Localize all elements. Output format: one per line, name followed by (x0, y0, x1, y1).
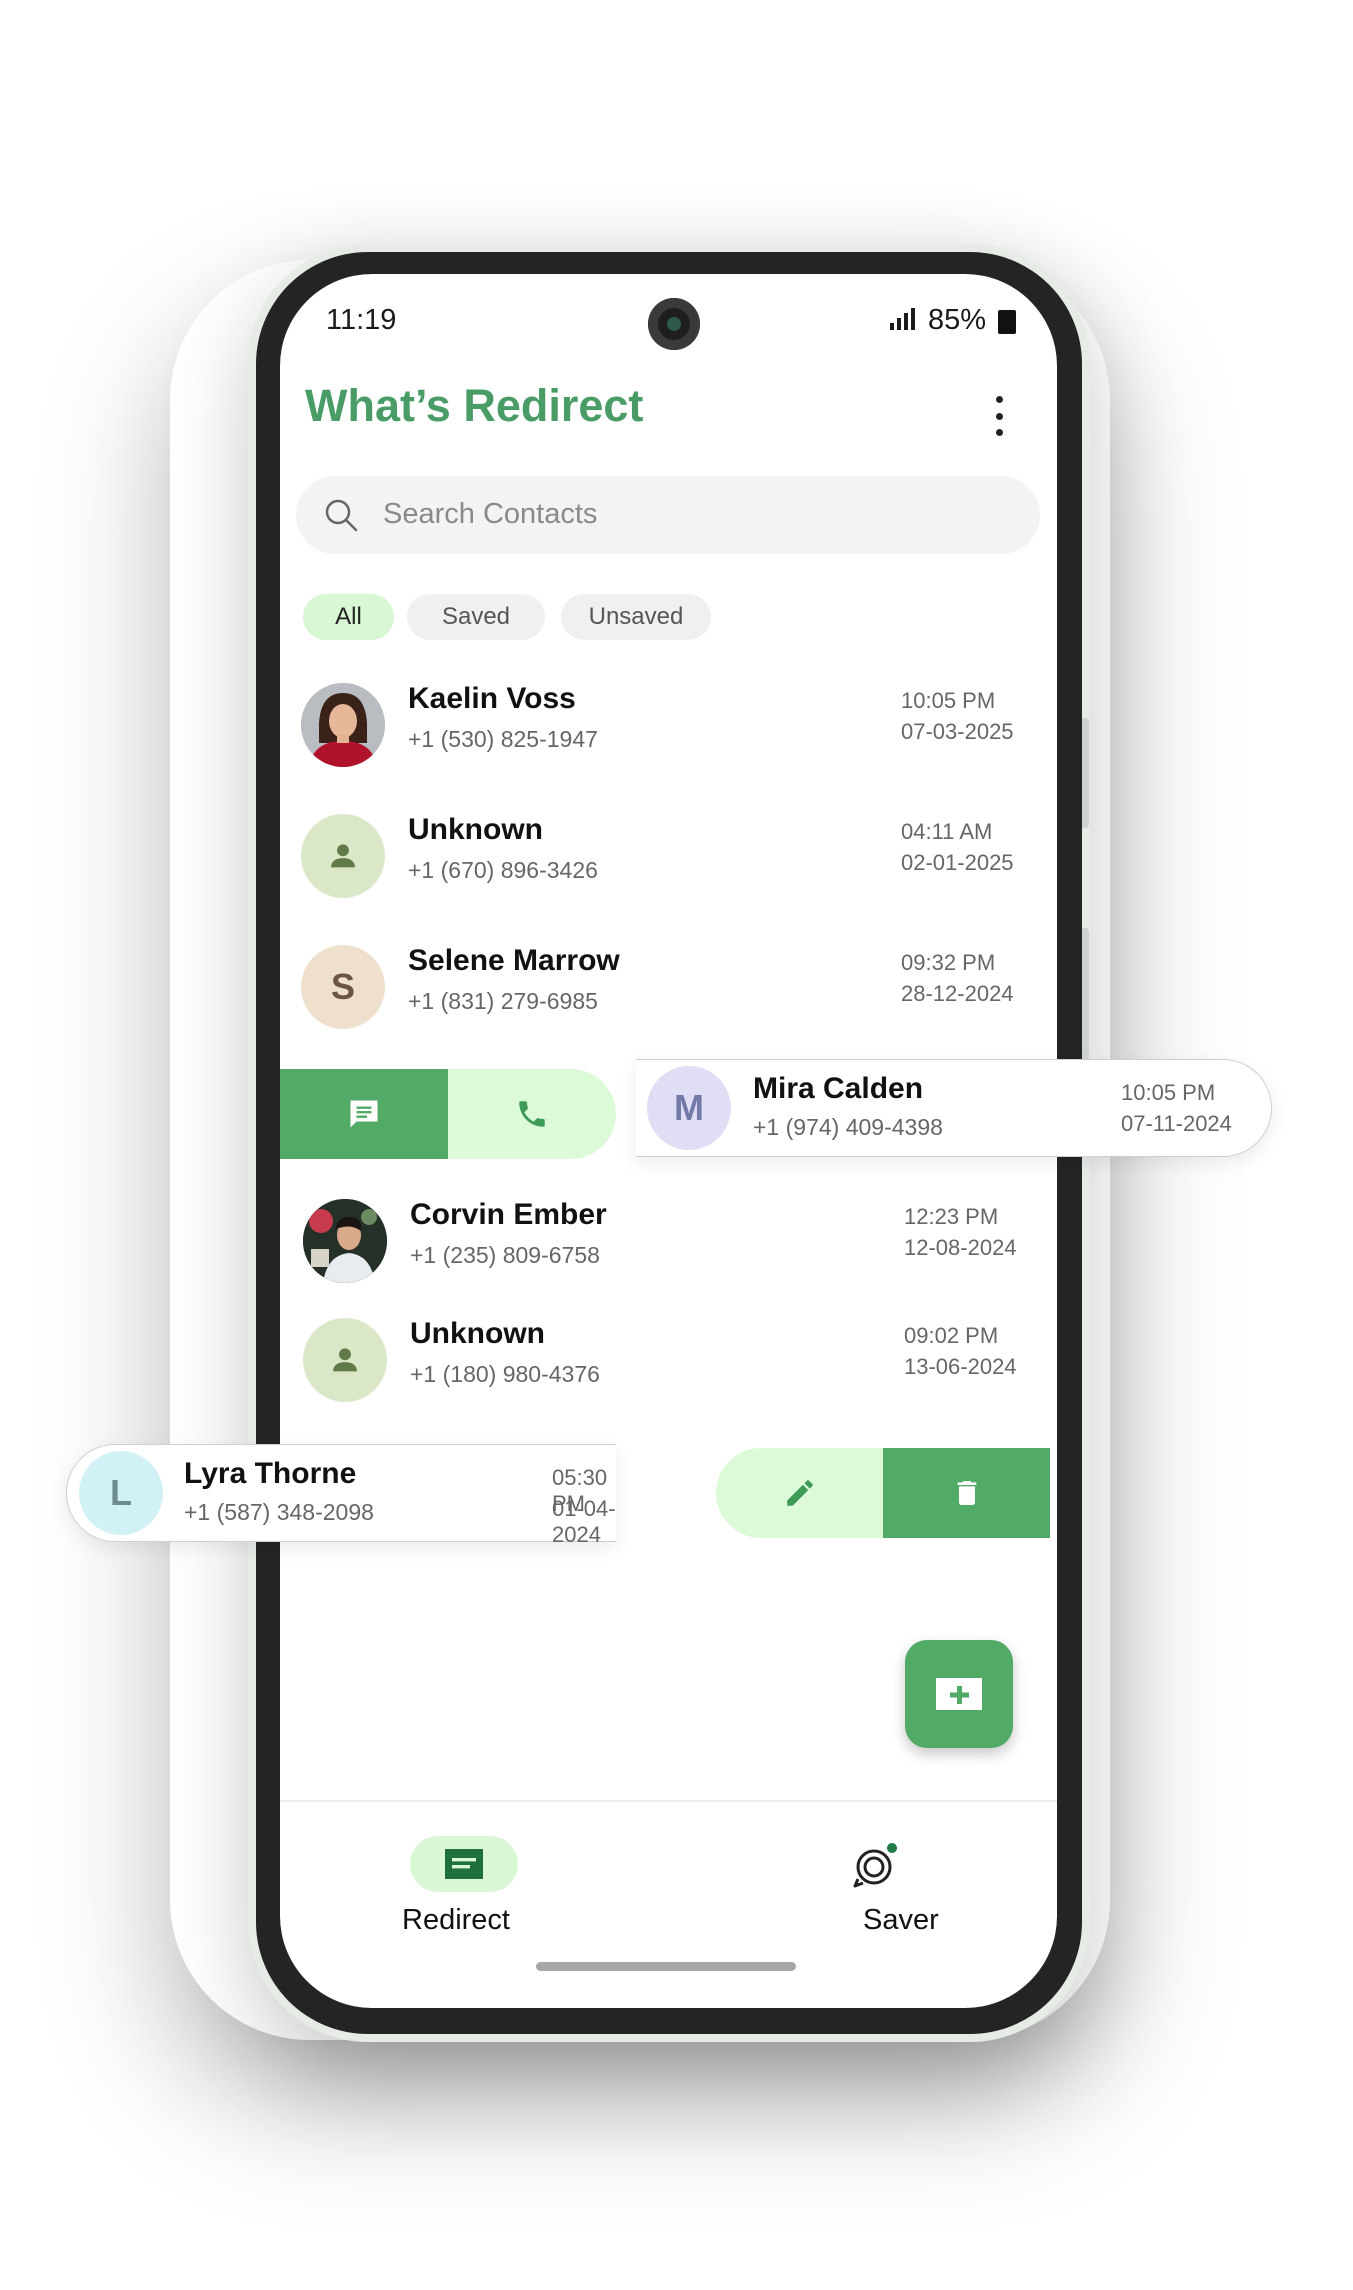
signal-icon (890, 308, 916, 330)
list-item[interactable]: Unknown +1 (180) 980-4376 09:02 PM 13-06… (280, 1305, 1057, 1415)
app-title: What’s Redirect (305, 380, 644, 431)
contact-date: 07-11-2024 (1121, 1111, 1232, 1136)
battery-icon (998, 310, 1016, 334)
contact-name: Lyra Thorne (184, 1457, 357, 1490)
edit-button[interactable] (716, 1448, 883, 1538)
swiped-list-item-mira[interactable]: M Mira Calden +1 (974) 409-4398 10:05 PM… (636, 1059, 1272, 1157)
contact-date: 02-01-2025 (901, 850, 1014, 875)
contact-date: 28-12-2024 (901, 981, 1014, 1006)
contact-date: 12-08-2024 (904, 1235, 1017, 1260)
contact-name: Unknown (408, 813, 543, 846)
home-indicator (536, 1962, 796, 1971)
person-icon (330, 844, 356, 868)
edit-icon (786, 1480, 813, 1506)
message-icon (350, 1100, 378, 1128)
contact-time: 09:32 PM (901, 950, 996, 975)
contact-phone: +1 (831) 279-6985 (408, 988, 598, 1014)
avatar (303, 1199, 387, 1283)
contact-name: Mira Calden (753, 1072, 924, 1105)
add-redirect-button[interactable] (905, 1640, 1013, 1748)
contact-name: Corvin Ember (410, 1198, 607, 1231)
contact-time: 10:05 PM (1121, 1080, 1216, 1105)
filter-chip-unsaved[interactable]: Unsaved (561, 594, 711, 640)
avatar (301, 814, 385, 898)
avatar: S (301, 945, 385, 1029)
filter-chip-saved[interactable]: Saved (407, 594, 545, 640)
list-item[interactable]: S Selene Marrow +1 (831) 279-6985 09:32 … (280, 932, 1057, 1042)
contact-name: Selene Marrow (408, 944, 620, 977)
person-icon (332, 1348, 358, 1372)
search-icon (325, 499, 358, 532)
contact-time: 12:23 PM (904, 1204, 999, 1229)
phone-call-icon (519, 1101, 545, 1127)
nav-label-saver[interactable]: Saver (863, 1904, 939, 1937)
contact-name: Kaelin Voss (408, 682, 576, 715)
search-placeholder: Search Contacts (383, 498, 598, 530)
saver-icon[interactable] (850, 1839, 902, 1891)
delete-icon (957, 1481, 976, 1505)
status-time: 11:19 (326, 304, 397, 336)
contact-time: 09:02 PM (904, 1323, 999, 1348)
nav-item-redirect[interactable] (410, 1836, 518, 1892)
nav-divider (280, 1800, 1057, 1802)
delete-button[interactable] (883, 1448, 1050, 1538)
filter-chip-all[interactable]: All (303, 594, 394, 640)
avatar (301, 683, 385, 767)
contact-phone: +1 (670) 896-3426 (408, 857, 598, 883)
battery-level: 85% (928, 304, 987, 336)
contact-name: Unknown (410, 1317, 545, 1350)
contact-phone: +1 (587) 348-2098 (184, 1499, 374, 1525)
contact-date: 13-06-2024 (904, 1354, 1017, 1379)
swiped-list-item-lyra[interactable]: L Lyra Thorne +1 (587) 348-2098 05:30 PM… (66, 1444, 616, 1547)
redirect-icon (445, 1849, 483, 1879)
message-button[interactable] (280, 1069, 448, 1159)
contact-phone: +1 (180) 980-4376 (410, 1361, 600, 1387)
contact-date: 07-03-2025 (901, 719, 1014, 744)
call-button[interactable] (448, 1069, 616, 1159)
swipe-actions-right (716, 1448, 1050, 1538)
contact-phone: +1 (530) 825-1947 (408, 726, 598, 752)
list-item[interactable]: Unknown +1 (670) 896-3426 04:11 AM 02-01… (280, 801, 1057, 911)
contact-time: 10:05 PM (901, 688, 996, 713)
search-bar[interactable]: Search Contacts (296, 476, 1040, 554)
add-chat-icon (936, 1678, 982, 1710)
contact-phone: +1 (235) 809-6758 (410, 1242, 600, 1268)
list-item[interactable]: Corvin Ember +1 (235) 809-6758 12:23 PM … (280, 1186, 1057, 1296)
swipe-actions-left (280, 1069, 616, 1159)
nav-label-redirect[interactable]: Redirect (402, 1904, 510, 1937)
side-button (1082, 718, 1089, 828)
contact-phone: +1 (974) 409-4398 (753, 1114, 943, 1140)
contact-time: 04:11 AM (901, 819, 993, 844)
front-camera (648, 298, 700, 350)
more-options-icon[interactable] (992, 396, 1006, 436)
avatar: M (647, 1066, 731, 1150)
avatar (303, 1318, 387, 1402)
side-button (1082, 928, 1089, 1068)
list-item[interactable]: Kaelin Voss +1 (530) 825-1947 10:05 PM 0… (280, 670, 1057, 780)
avatar: L (79, 1451, 163, 1535)
contact-date: 01-04-2024 (552, 1496, 616, 1547)
